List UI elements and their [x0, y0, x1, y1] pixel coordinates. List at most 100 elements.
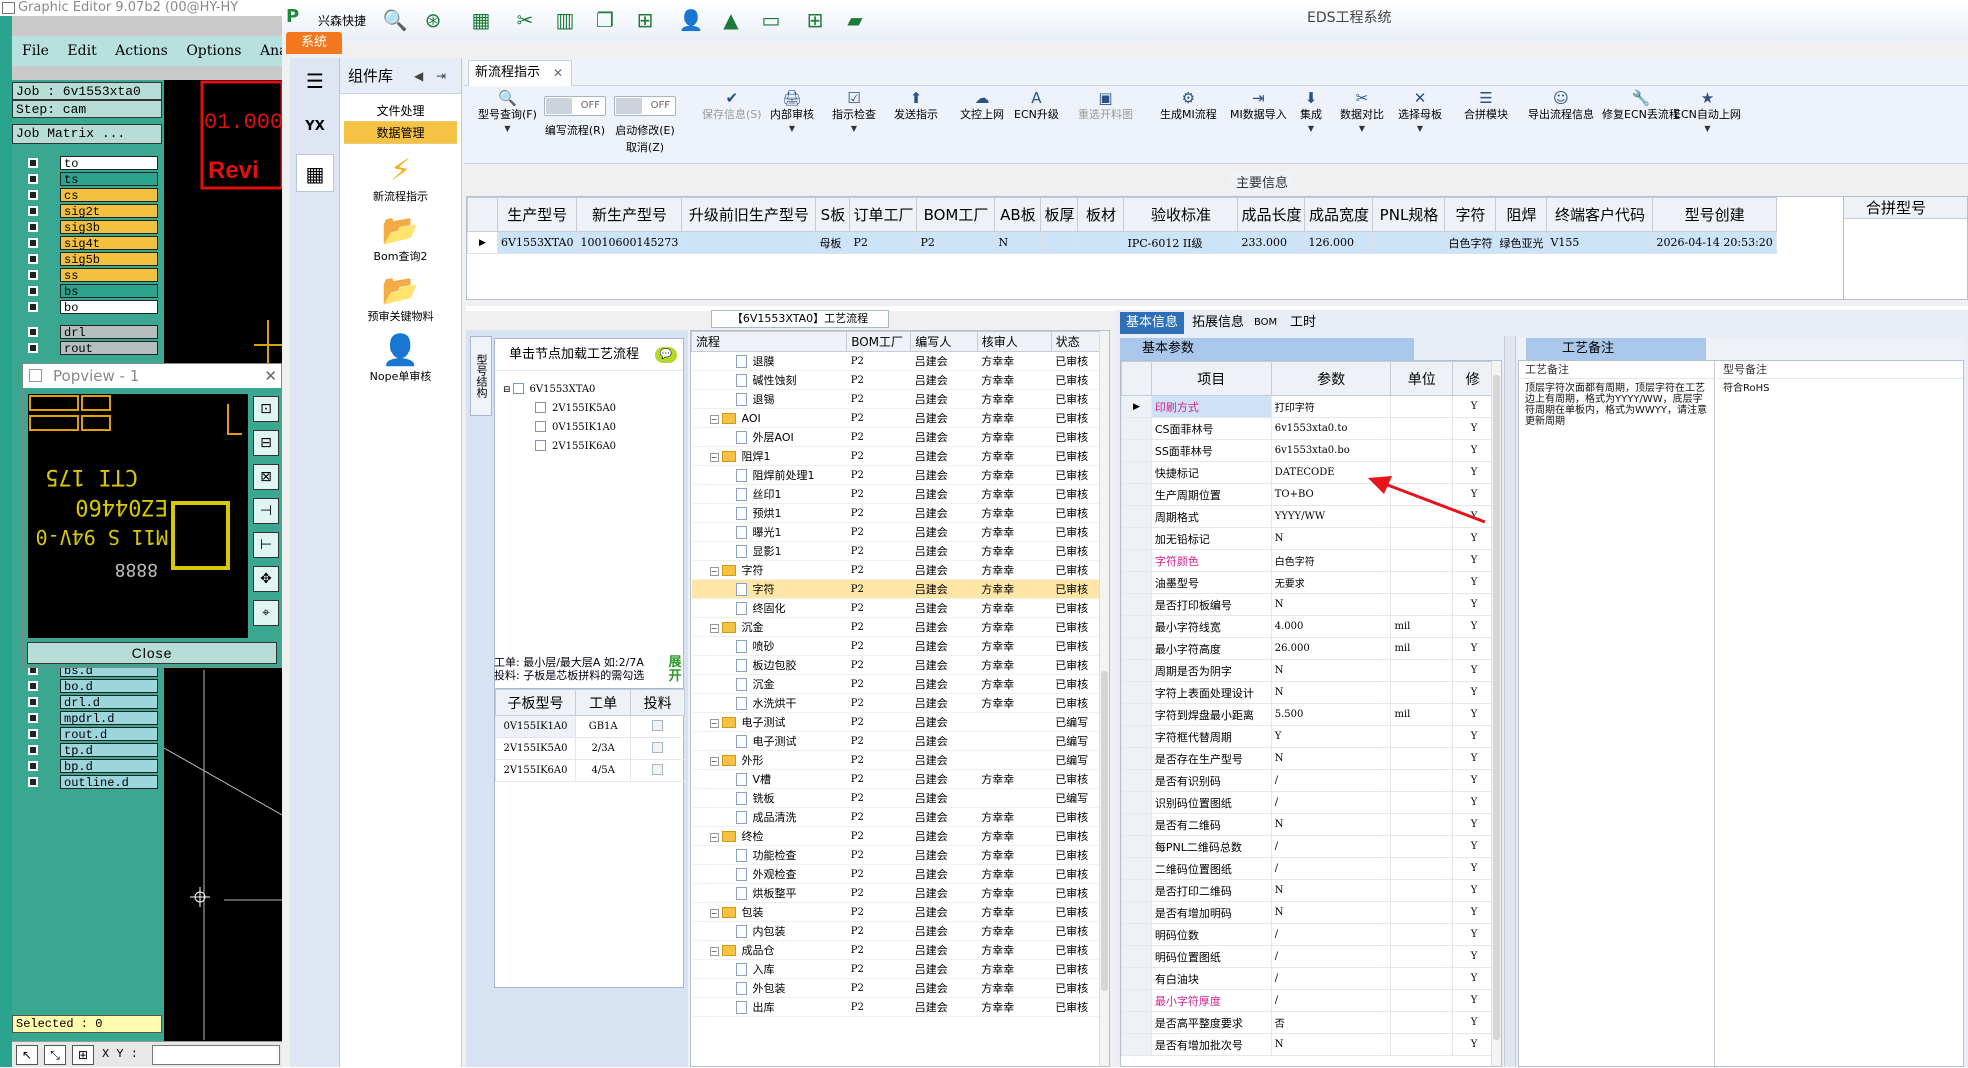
group-data-management[interactable]: 数据管理 [344, 122, 457, 144]
column-header[interactable]: 新生产型号 [576, 197, 683, 232]
param-value[interactable]: / [1270, 945, 1392, 968]
toolbar-button-3[interactable]: ✔ 保存信息(S) [702, 90, 762, 123]
flow-row[interactable]: − AOI P2 吕建会 方幸幸 已审核 [691, 408, 1101, 428]
param-row[interactable]: 快捷标记 DATECODE Y [1121, 461, 1493, 484]
chevron-down-icon[interactable]: ▼ [1674, 123, 1741, 135]
param-value[interactable]: 否 [1270, 1011, 1392, 1034]
flow-row[interactable]: − 包装 P2 吕建会 方幸幸 已审核 [691, 902, 1101, 922]
popview-tool-3-icon[interactable]: ⊠ [253, 464, 279, 490]
layer-row[interactable]: to [26, 156, 158, 171]
component-preaudit-material[interactable]: 📂 预审关键物料 [340, 274, 461, 324]
popview-tool-6-icon[interactable]: ✥ [253, 566, 279, 592]
table-cell[interactable]: 233.000 [1237, 231, 1306, 254]
column-header[interactable]: 订单工厂 [849, 197, 918, 232]
layer-row[interactable]: bo [26, 300, 158, 315]
flow-row[interactable]: 功能检查 P2 吕建会 方幸幸 已审核 [691, 845, 1101, 865]
collapse-icon[interactable]: − [709, 414, 719, 424]
layer-checkbox[interactable] [28, 222, 38, 232]
param-row[interactable]: 是否有识别码 / Y [1121, 769, 1493, 792]
model-structure-tab[interactable]: 型号结构 [470, 336, 492, 416]
toggle-switch[interactable]: OFF [544, 96, 606, 116]
feed-checkbox[interactable] [630, 737, 685, 760]
detail-tab-0[interactable]: 基本信息 [1120, 312, 1185, 334]
toolbar-button-17[interactable]: 🔧 修复ECN丢流程 [1602, 90, 1680, 123]
feed-checkbox[interactable] [630, 759, 685, 782]
layer-row[interactable]: drl.d [26, 695, 158, 710]
flow-row[interactable]: 入库 P2 吕建会 方幸幸 已审核 [691, 959, 1101, 979]
param-row[interactable]: 油墨型号 无要求 Y [1121, 571, 1493, 594]
toolbar-button-5[interactable]: ☑ 指示检查 ▼ [832, 90, 876, 135]
flow-row[interactable]: 终固化 P2 吕建会 方幸幸 已审核 [691, 598, 1101, 618]
flow-row[interactable]: 外层AOI P2 吕建会 方幸幸 已审核 [691, 427, 1101, 447]
param-value[interactable]: N [1270, 659, 1392, 682]
pin-icon[interactable]: ⇥ [436, 58, 446, 94]
menu-file[interactable]: File [22, 43, 49, 59]
yx-module-icon[interactable]: YX [296, 108, 334, 146]
table-cell[interactable]: 绿色亚光 [1495, 231, 1548, 254]
chevron-down-icon[interactable]: ▼ [770, 123, 814, 135]
feed-checkbox[interactable] [630, 715, 685, 738]
flow-row[interactable]: 显影1 P2 吕建会 方幸幸 已审核 [691, 541, 1101, 561]
component-bom-query[interactable]: 📂 Bom查询2 [340, 214, 461, 264]
param-value[interactable]: 6v1553xta0.bo [1270, 439, 1392, 462]
param-row[interactable]: 识别码位置图纸 / Y [1121, 791, 1493, 814]
toolbar-button-15[interactable]: ☰ 合拼模块 [1464, 90, 1508, 123]
table-cell[interactable]: N [994, 231, 1042, 254]
toolbar-button-1[interactable]: OFF 编写流程(R) [544, 90, 606, 139]
layer-row[interactable]: rout [26, 341, 158, 356]
chart-icon[interactable]: ▲ [718, 8, 744, 32]
layer-row[interactable]: ts [26, 172, 158, 187]
layer-row[interactable]: tp.d [26, 743, 158, 758]
layer-checkbox[interactable] [28, 158, 38, 168]
column-header[interactable]: AB板 [994, 197, 1042, 232]
flow-row[interactable]: 出库 P2 吕建会 方幸幸 已审核 [691, 997, 1101, 1017]
flow-row[interactable]: 喷砂 P2 吕建会 方幸幸 已审核 [691, 636, 1101, 656]
param-value[interactable]: N [1270, 901, 1392, 924]
flow-row[interactable]: − 阻焊1 P2 吕建会 方幸幸 已审核 [691, 446, 1101, 466]
param-row[interactable]: 最小字符线宽 4.000 mil Y [1121, 615, 1493, 638]
param-row[interactable]: 字符框代替周期 Y Y [1121, 725, 1493, 748]
column-header[interactable]: BOM工厂 [846, 331, 912, 352]
table-cell[interactable]: P2 [916, 231, 996, 254]
layer-row[interactable]: rout.d [26, 727, 158, 742]
table-cell[interactable]: IPC-6012 II级 [1123, 231, 1239, 254]
flow-row[interactable]: V槽 P2 吕建会 方幸幸 已审核 [691, 769, 1101, 789]
book-icon[interactable]: ▰ [842, 8, 868, 32]
table-cell[interactable]: 6V1553XTA0 [496, 231, 578, 254]
vertical-scrollbar[interactable] [1099, 331, 1109, 1066]
column-header[interactable]: 编写人 [910, 331, 978, 352]
layer-checkbox[interactable] [28, 777, 38, 787]
column-header[interactable]: S板 [815, 197, 851, 232]
zoom-tool-icon[interactable]: ⤡ [44, 1045, 66, 1065]
collapse-left-icon[interactable]: ◀ [414, 58, 423, 94]
param-row[interactable]: 字符颜色 白色字符 Y [1121, 549, 1493, 572]
toolbar-button-0[interactable]: 🔍 型号查询(F) ▼ [478, 90, 537, 135]
toolbar-button-9[interactable]: ▣ 重选开料图 [1078, 90, 1133, 123]
column-header[interactable]: 终端客户代码 [1546, 197, 1654, 232]
toolbar-button-11[interactable]: ⇥ MI数据导入 [1230, 90, 1287, 123]
film-icon[interactable]: ▥ [552, 8, 578, 32]
popview-tool-4-icon[interactable]: ⊣ [253, 498, 279, 524]
windows-icon[interactable]: ⊞ [802, 8, 828, 32]
param-row[interactable]: SS面菲林号 6v1553xta0.bo Y [1121, 439, 1493, 462]
param-row[interactable]: 是否打印二维码 N Y [1121, 879, 1493, 902]
flow-row[interactable]: 板边包胶 P2 吕建会 方幸幸 已审核 [691, 655, 1101, 675]
process-note-text[interactable]: 顶层字符次面都有周期，顶层字符在工艺边上有周期，格式为YYYY/WW，底层字符周… [1519, 379, 1714, 427]
param-row[interactable]: 周期格式 YYYY/WW Y [1121, 505, 1493, 528]
param-row[interactable]: 是否有增加明码 N Y [1121, 901, 1493, 924]
table-cell[interactable] [681, 231, 817, 254]
collapse-icon[interactable]: − [709, 567, 719, 576]
param-row[interactable]: 最小字符高度 26.000 mil Y [1121, 637, 1493, 660]
component-nope-audit[interactable]: 👤 Nope单审核 [340, 334, 461, 384]
hamburger-menu-icon[interactable]: ☰ [296, 62, 334, 100]
layer-checkbox[interactable] [28, 254, 38, 264]
toolbar-button-4[interactable]: 🖨 内部审核 ▼ [770, 90, 814, 135]
param-row[interactable]: CS面菲林号 6v1553xta0.to Y [1121, 417, 1493, 440]
flow-row[interactable]: 碱性蚀刻 P2 吕建会 方幸幸 已审核 [691, 370, 1101, 390]
tree-checkbox[interactable] [535, 440, 546, 451]
flow-row[interactable]: − 外形 P2 吕建会 已编写 [691, 750, 1101, 770]
table-icon[interactable]: ▦ [468, 8, 494, 32]
menu-analysis[interactable]: Analysi [260, 43, 282, 59]
collapse-icon[interactable]: − [709, 719, 719, 728]
menu-edit[interactable]: Edit [67, 43, 96, 59]
